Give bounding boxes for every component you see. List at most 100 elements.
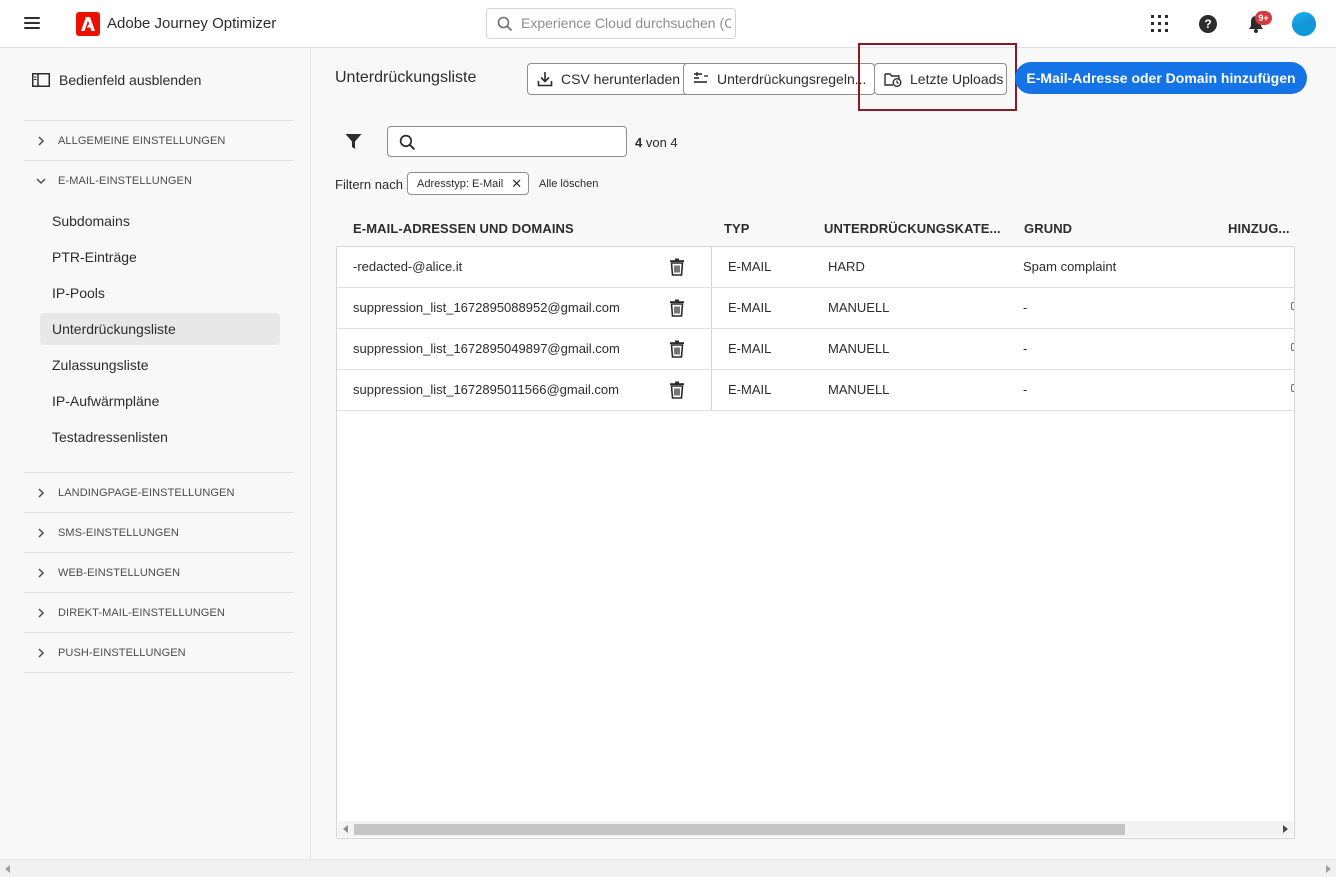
top-bar: Adobe Journey Optimizer ? 9+ [0, 0, 1336, 48]
sidebar-section-web[interactable]: WEB-EINSTELLUNGEN [24, 553, 294, 593]
scrollbar-thumb[interactable] [354, 824, 1125, 835]
sidebar-item-ptr-records[interactable]: PTR-Einträge [40, 241, 280, 273]
cell-address: -redacted-@alice.it [353, 259, 463, 274]
sidebar-item-ip-pools[interactable]: IP-Pools [40, 277, 280, 309]
chevron-right-icon [24, 488, 58, 498]
panel-icon [32, 73, 50, 87]
chevron-down-icon [24, 177, 58, 185]
table-row[interactable]: -redacted-@alice.it E-MAIL HARD Spam com… [337, 247, 1294, 288]
cell-type: E-MAIL [728, 300, 772, 315]
cell-address: suppression_list_1672895049897@gmail.com [353, 341, 620, 356]
chevron-right-icon [24, 136, 58, 146]
sidebar-section-label: E-MAIL-EINSTELLUNGEN [58, 175, 193, 187]
add-address-button[interactable]: E-Mail-Adresse oder Domain hinzufügen [1015, 62, 1307, 94]
suppression-rules-label: Unterdrückungsregeln... [717, 71, 867, 87]
cell-category: MANUELL [828, 382, 890, 397]
search-icon [399, 134, 416, 151]
sidebar-section-direct-mail[interactable]: DIREKT-MAIL-EINSTELLUNGEN [24, 593, 294, 633]
suppression-rules-button[interactable]: Unterdrückungsregeln... [683, 63, 876, 95]
scroll-left-icon[interactable] [5, 865, 10, 873]
cell-reason: - [1023, 300, 1028, 315]
cell-category: MANUELL [828, 300, 890, 315]
cell-type: E-MAIL [728, 382, 772, 397]
recent-uploads-button[interactable]: Letzte Uploads [874, 63, 1007, 95]
filter-chip[interactable]: Adresstyp: E-Mail ✕ [407, 172, 530, 195]
page-horizontal-scrollbar[interactable] [0, 859, 1336, 877]
chevron-right-icon [24, 648, 58, 658]
global-search-input[interactable] [521, 15, 731, 31]
close-icon[interactable]: ✕ [511, 177, 522, 190]
app-title[interactable]: Adobe Journey Optimizer [107, 15, 276, 32]
trash-icon[interactable] [669, 340, 685, 358]
sidebar-section-landingpage[interactable]: LANDINGPAGE-EINSTELLUNGEN [24, 473, 294, 513]
sidebar-item-ip-warmup-plans[interactable]: IP-Aufwärmpläne [40, 385, 280, 417]
page-title: Unterdrückungsliste [335, 69, 477, 86]
column-header-reason[interactable]: GRUND [1024, 221, 1072, 236]
app-switcher-icon[interactable] [1151, 15, 1168, 32]
column-header-address[interactable]: E-MAIL-ADRESSEN UND DOMAINS [353, 221, 574, 236]
truncated-cell-icon [1291, 343, 1294, 351]
collapse-panel-label: Bedienfeld ausblenden [59, 72, 202, 88]
sidebar: Bedienfeld ausblenden ALLGEMEINE EINSTEL… [0, 48, 311, 859]
divider [24, 672, 294, 673]
scroll-left-icon[interactable] [343, 825, 348, 833]
filter-chip-label: Adresstyp: E-Mail [417, 177, 504, 190]
table-header: E-MAIL-ADRESSEN UND DOMAINS TYP UNTERDRÜ… [336, 214, 1294, 246]
scroll-right-icon[interactable] [1283, 825, 1288, 833]
adobe-logo-icon[interactable] [76, 12, 100, 36]
sidebar-section-sms[interactable]: SMS-EINSTELLUNGEN [24, 513, 294, 553]
trash-icon[interactable] [669, 299, 685, 317]
result-count: 4 von 4 [635, 135, 678, 150]
sidebar-item-subdomains[interactable]: Subdomains [40, 205, 280, 237]
trash-icon[interactable] [669, 381, 685, 399]
chevron-right-icon [24, 568, 58, 578]
truncated-cell-icon [1291, 384, 1294, 392]
cell-reason: - [1023, 341, 1028, 356]
collapse-panel-button[interactable]: Bedienfeld ausblenden [32, 72, 201, 88]
trash-icon[interactable] [669, 258, 685, 276]
notification-badge: 9+ [1255, 11, 1272, 25]
table-body: -redacted-@alice.it E-MAIL HARD Spam com… [336, 246, 1295, 839]
sidebar-section-general[interactable]: ALLGEMEINE EINSTELLUNGEN [24, 121, 294, 161]
table-row[interactable]: suppression_list_1672895049897@gmail.com… [337, 329, 1294, 370]
sidebar-section-label: ALLGEMEINE EINSTELLUNGEN [58, 135, 226, 147]
hamburger-menu-icon[interactable] [24, 15, 40, 31]
sidebar-section-email[interactable]: E-MAIL-EINSTELLUNGEN [24, 161, 294, 201]
sidebar-section-push[interactable]: PUSH-EINSTELLUNGEN [24, 633, 294, 673]
cell-reason: - [1023, 382, 1028, 397]
scroll-right-icon[interactable] [1326, 865, 1331, 873]
cell-reason: Spam complaint [1023, 259, 1117, 274]
sidebar-item-seed-lists[interactable]: Testadressenlisten [40, 421, 280, 453]
global-search[interactable] [486, 8, 736, 39]
column-header-category[interactable]: UNTERDRÜCKUNGSKATE... [824, 221, 1001, 236]
column-header-added[interactable]: HINZUG... [1228, 221, 1290, 236]
csv-download-button[interactable]: CSV herunterladen [527, 63, 690, 95]
cell-type: E-MAIL [728, 341, 772, 356]
clear-all-link[interactable]: Alle löschen [539, 178, 598, 190]
download-icon [537, 72, 553, 87]
recent-uploads-label: Letzte Uploads [910, 71, 1004, 87]
chevron-right-icon [24, 608, 58, 618]
help-icon[interactable]: ? [1199, 15, 1217, 33]
result-count-total: von 4 [642, 135, 678, 150]
sidebar-section-label: SMS-EINSTELLUNGEN [58, 527, 179, 539]
sidebar-item-allowlist[interactable]: Zulassungsliste [40, 349, 280, 381]
sidebar-section-label: DIREKT-MAIL-EINSTELLUNGEN [58, 607, 225, 619]
column-header-type[interactable]: TYP [724, 221, 750, 236]
filter-icon[interactable] [345, 133, 362, 150]
chevron-right-icon [24, 528, 58, 538]
cell-address: suppression_list_1672895011566@gmail.com [353, 382, 619, 397]
sidebar-section-label: LANDINGPAGE-EINSTELLUNGEN [58, 487, 235, 499]
table-search[interactable] [387, 126, 627, 157]
cell-category: MANUELL [828, 341, 890, 356]
main-content: Unterdrückungsliste CSV herunterladen Un… [312, 43, 1336, 859]
user-avatar[interactable] [1292, 12, 1316, 36]
sidebar-item-suppression-list[interactable]: Unterdrückungsliste [40, 313, 280, 345]
table-row[interactable]: suppression_list_1672895011566@gmail.com… [337, 370, 1294, 411]
table-row[interactable]: suppression_list_1672895088952@gmail.com… [337, 288, 1294, 329]
table-search-input[interactable] [422, 133, 618, 149]
cell-type: E-MAIL [728, 259, 772, 274]
cell-category: HARD [828, 259, 865, 274]
table-horizontal-scrollbar[interactable] [338, 821, 1293, 837]
sidebar-section-label: WEB-EINSTELLUNGEN [58, 567, 181, 579]
